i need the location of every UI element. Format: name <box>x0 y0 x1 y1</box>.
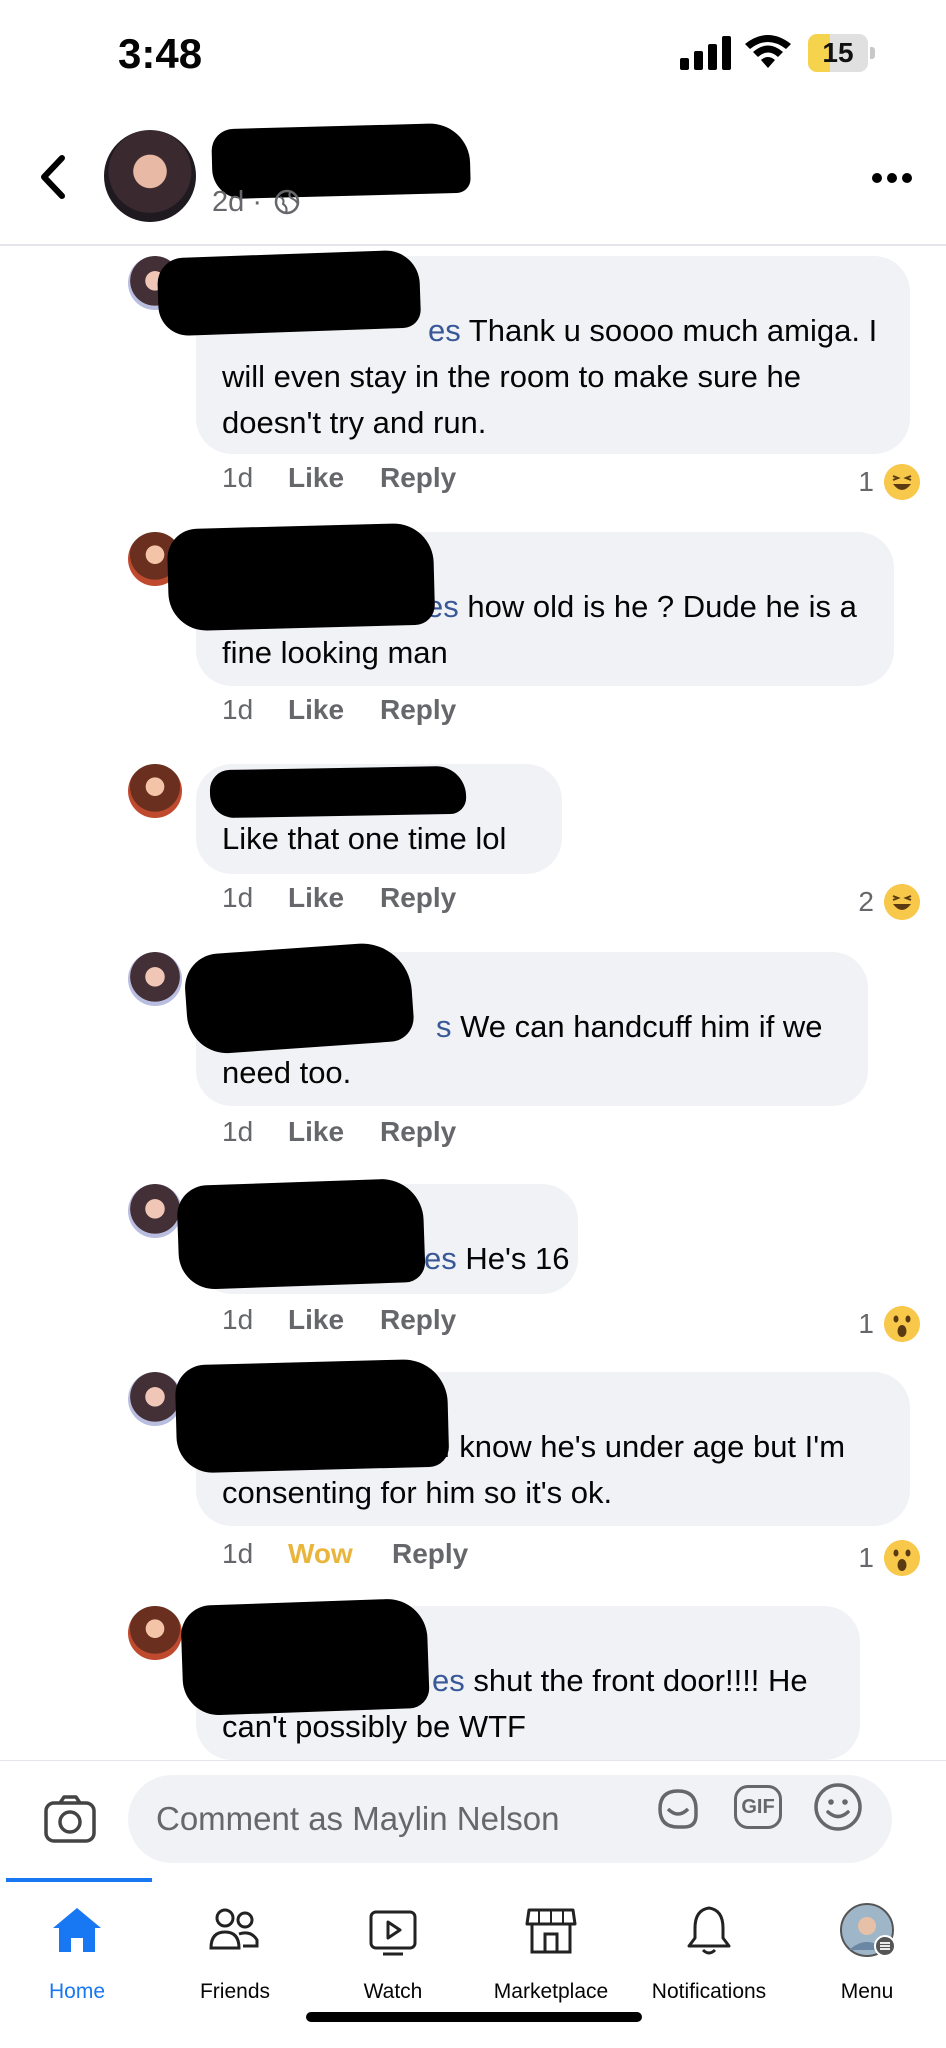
reaction-summary[interactable]: 1 <box>840 1538 920 1578</box>
reaction-count: 1 <box>858 1308 874 1339</box>
active-tab-indicator <box>6 1878 152 1882</box>
reaction-count: 2 <box>858 886 874 917</box>
like-button[interactable]: Like <box>288 1304 344 1336</box>
tab-label: Menu <box>840 1980 894 2003</box>
home-icon <box>53 1908 101 1952</box>
like-button[interactable]: Like <box>288 1116 344 1148</box>
gif-button[interactable]: GIF <box>734 1785 782 1829</box>
reply-button[interactable]: Reply <box>392 1538 468 1570</box>
battery-indicator: 15 <box>808 34 868 72</box>
redaction <box>176 1177 426 1291</box>
reaction-count: 1 <box>858 466 874 497</box>
home-indicator <box>306 2012 642 2022</box>
comment-bubble: es Thank u soooo much amiga. I will even… <box>156 249 910 454</box>
tab-watch[interactable]: Watch <box>318 1896 468 2006</box>
profile-menu-icon <box>840 1903 896 1957</box>
comment-avatar[interactable] <box>128 764 182 818</box>
wow-reaction-icon <box>884 1306 920 1342</box>
comment-avatar[interactable] <box>128 1606 182 1660</box>
comment-text: Like that one time lol <box>222 821 507 856</box>
tab-notifications[interactable]: Notifications <box>634 1896 784 2006</box>
comment-time: 1d <box>222 1304 254 1335</box>
comment-bubble: s We can handcuff him if we need too. <box>182 940 868 1106</box>
comment-avatar[interactable] <box>128 952 182 1006</box>
comment-time: 1d <box>222 1538 254 1569</box>
emoji-icon[interactable] <box>812 1781 864 1833</box>
reaction-count: 1 <box>858 1542 874 1573</box>
comment-text: doesn't try and run. <box>222 405 487 440</box>
redaction <box>209 765 467 819</box>
comment-text: need too. <box>222 1055 352 1090</box>
sticker-icon[interactable] <box>652 1783 704 1835</box>
post-age: 2d · <box>212 186 262 218</box>
wifi-icon <box>745 35 791 68</box>
wow-reaction-icon <box>884 1540 920 1576</box>
comment-text: fine looking man <box>222 635 448 670</box>
reaction-summary[interactable]: 1 <box>840 1304 920 1344</box>
laugh-reaction-icon <box>884 884 920 920</box>
redaction <box>180 1597 430 1717</box>
comment-bubble: es how old is he ? Dude he is a fine loo… <box>166 522 894 686</box>
reply-button[interactable]: Reply <box>380 1304 456 1336</box>
comment-time: 1d <box>222 462 254 493</box>
comment-time: 1d <box>222 882 254 913</box>
comment-text: consenting for him so it's ok. <box>222 1475 613 1510</box>
camera-icon[interactable] <box>42 1791 98 1847</box>
tab-home[interactable]: Home <box>2 1896 152 2006</box>
redaction <box>166 522 436 632</box>
comment-avatar[interactable] <box>128 1184 182 1238</box>
redaction <box>182 940 416 1056</box>
tab-label: Friends <box>199 1980 271 2003</box>
comment-composer: Comment as Maylin Nelson GIF <box>0 1760 946 1879</box>
tab-label: Watch <box>363 1980 423 2003</box>
comment-text: will even stay in the room to make sure … <box>222 359 801 394</box>
reply-button[interactable]: Reply <box>380 1116 456 1148</box>
tab-friends[interactable]: Friends <box>160 1896 310 2006</box>
reaction-summary[interactable]: 1 <box>840 462 920 502</box>
tab-label: Home <box>48 1980 106 2003</box>
comment-avatar[interactable] <box>128 1372 182 1426</box>
comment-time: 1d <box>222 694 254 725</box>
tab-marketplace[interactable]: Marketplace <box>476 1896 626 2006</box>
author-avatar[interactable] <box>104 130 196 222</box>
like-button[interactable]: Like <box>288 694 344 726</box>
tab-label: Marketplace <box>493 1980 609 2003</box>
marketplace-icon <box>525 1908 577 1954</box>
reply-button[interactable]: Reply <box>380 694 456 726</box>
friends-icon <box>209 1908 259 1950</box>
comment-text: I know he's under age but I'm <box>442 1429 846 1464</box>
redaction <box>174 1358 450 1474</box>
redaction <box>156 249 422 337</box>
reply-button[interactable]: Reply <box>380 882 456 914</box>
post-header: 2d · <box>0 110 946 246</box>
bell-icon <box>687 1906 731 1955</box>
more-options-icon[interactable] <box>870 170 914 186</box>
cellular-signal-icon <box>680 36 731 70</box>
watch-icon <box>369 1910 417 1956</box>
comment-bubble: es He's 16 <box>176 1177 578 1294</box>
bottom-tab-bar: Home Friends Watch Marketplace Notificat… <box>0 1878 946 2048</box>
comment-bubble: I know he's under age but I'm consenting… <box>174 1358 910 1526</box>
like-button[interactable]: Like <box>288 882 344 914</box>
battery-nub <box>870 47 875 59</box>
reply-button[interactable]: Reply <box>380 462 456 494</box>
laugh-reaction-icon <box>884 464 920 500</box>
back-chevron-icon[interactable] <box>30 150 80 204</box>
comment-time: 1d <box>222 1116 254 1147</box>
comment-placeholder: Comment as Maylin Nelson <box>156 1800 560 1837</box>
reaction-summary[interactable]: 2 <box>840 882 920 922</box>
comment-bubble: Like that one time lol <box>196 764 562 874</box>
battery-level: 15 <box>822 37 854 68</box>
post-meta: 2d · <box>212 186 300 219</box>
comment-bubble: es shut the front door!!!! He can't poss… <box>180 1597 860 1760</box>
tab-label: Notifications <box>651 1980 767 2003</box>
status-bar: 3:48 15 <box>0 0 946 110</box>
tab-menu[interactable]: Menu <box>792 1896 942 2006</box>
status-time: 3:48 <box>118 30 203 77</box>
globe-icon <box>274 189 300 215</box>
wow-reaction-button[interactable]: Wow <box>288 1538 353 1570</box>
like-button[interactable]: Like <box>288 462 344 494</box>
